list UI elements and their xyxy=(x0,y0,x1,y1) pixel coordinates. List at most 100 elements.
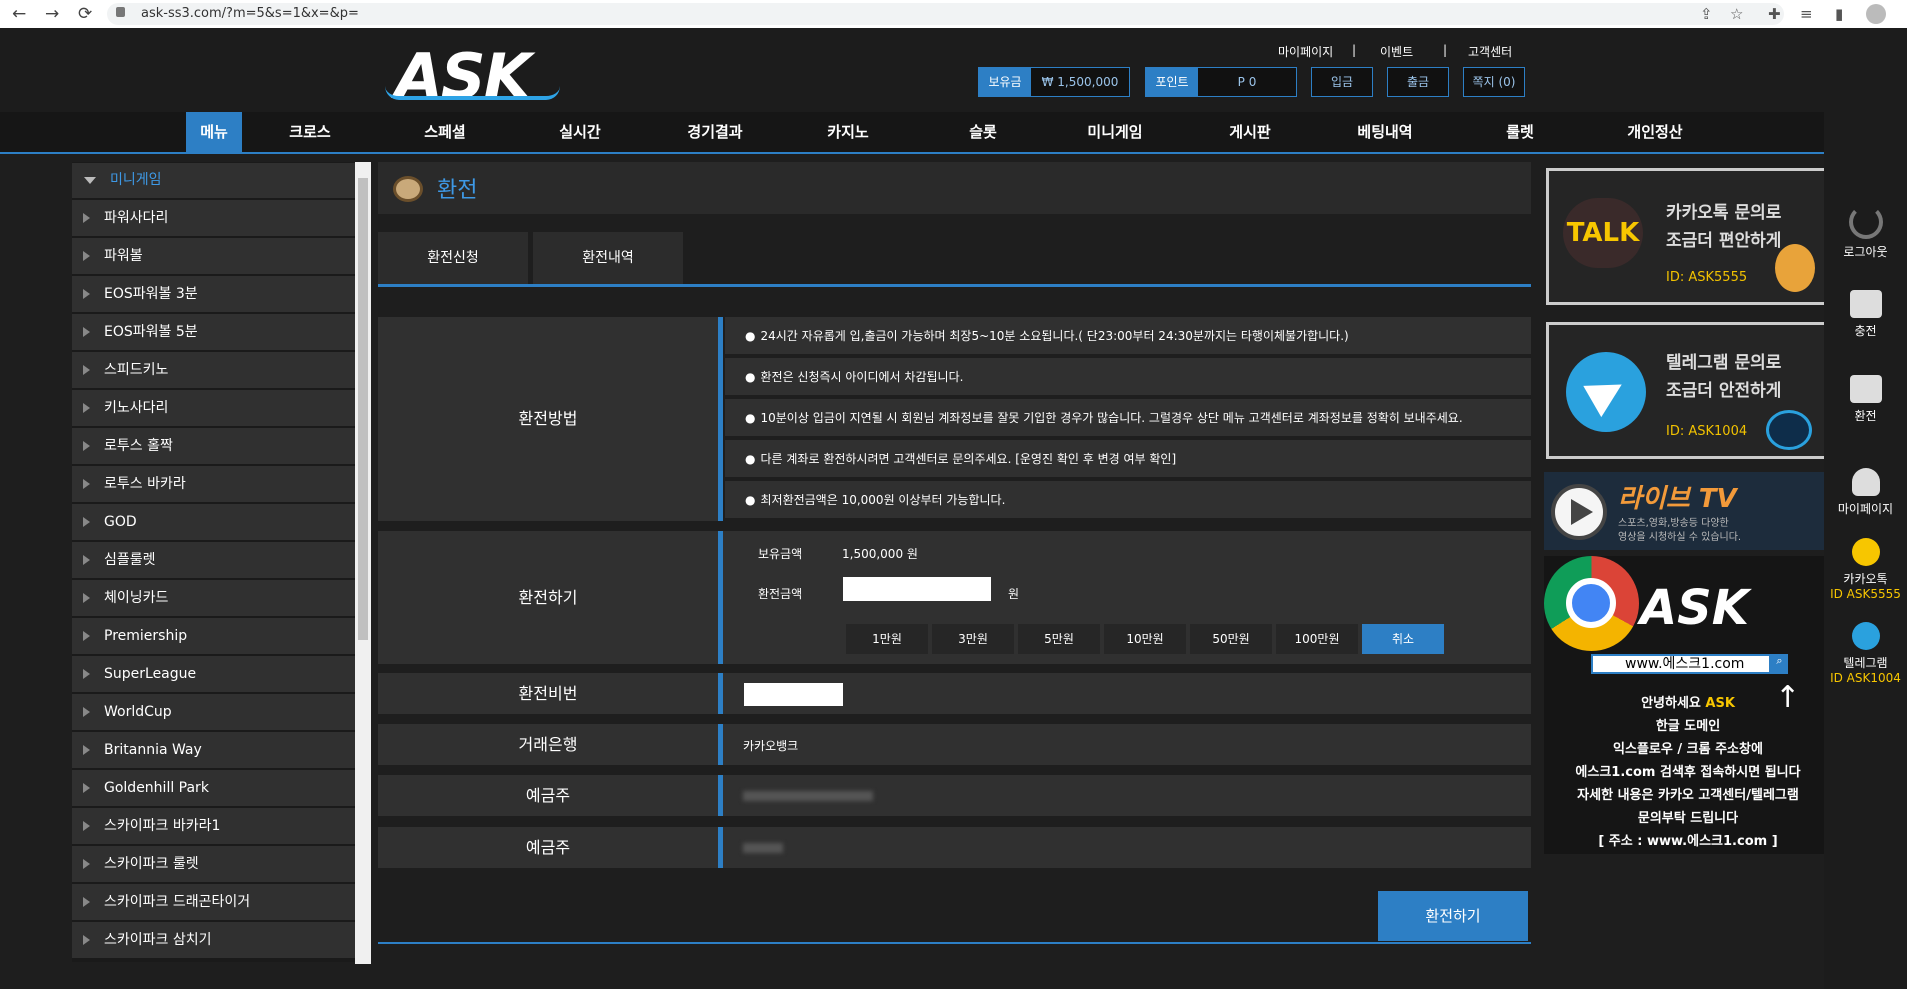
profile-avatar[interactable] xyxy=(1866,4,1886,24)
amount-500k-button[interactable]: 50만원 xyxy=(1190,624,1272,654)
kakao-icon xyxy=(1851,538,1880,566)
exchange-quick-label: 환전 xyxy=(1854,409,1877,423)
amount-input[interactable] xyxy=(843,577,991,601)
greeting-line: 안녕하세요 ASK xyxy=(1544,692,1832,711)
telegram-banner-id: ID: ASK1004 xyxy=(1666,424,1748,439)
avatar-icon xyxy=(1766,410,1812,450)
amount-1m-button[interactable]: 100만원 xyxy=(1276,624,1358,654)
sidebar-item[interactable]: 스카이파크 바카라1 xyxy=(72,808,355,844)
sidebar-item[interactable]: SuperLeague xyxy=(72,656,355,692)
tab-exchange-request[interactable]: 환전신청 xyxy=(378,232,528,284)
browser-toolbar: ← → ⟳ ask-ss3.com/?m=5&s=1&x=&p= ⇪ ☆ ✚ ≡… xyxy=(0,0,1907,28)
page-title-bar xyxy=(378,162,1531,214)
search-icon: ⌕ xyxy=(1771,654,1788,674)
page-title: 환전 xyxy=(437,178,478,203)
kakao-banner-line1: 카카오톡 문의로 xyxy=(1666,203,1782,223)
sidebar-item[interactable]: 체이닝카드 xyxy=(72,580,355,616)
content-bottom-line xyxy=(378,942,1531,944)
mypage-link[interactable]: 마이페이지 xyxy=(1278,43,1333,60)
address-bar[interactable]: ask-ss3.com/?m=5&s=1&x=&p= xyxy=(107,3,1784,25)
event-link[interactable]: 이벤트 xyxy=(1380,43,1413,60)
amount-label: 환전금액 xyxy=(758,587,803,601)
sidebar-item[interactable]: 스카이파크 삼치기 xyxy=(72,922,355,958)
nav-live[interactable]: 실시간 xyxy=(540,112,620,152)
charge-button[interactable]: 충전 xyxy=(1824,290,1907,339)
sidebar-item[interactable]: 스카이파크 룰렛 xyxy=(72,846,355,882)
sidebar-item[interactable]: EOS파워볼 5분 xyxy=(72,314,355,350)
balance-label: 보유금 xyxy=(979,68,1031,96)
sidebar-item[interactable]: WorldCup xyxy=(72,694,355,730)
greeting-text: 안녕하세요 xyxy=(1641,696,1706,711)
nav-casino[interactable]: 카지노 xyxy=(808,112,888,152)
telegram-quick-button[interactable]: 텔레그램 ID ASK1004 xyxy=(1824,622,1907,685)
nav-bet-history[interactable]: 베팅내역 xyxy=(1340,112,1430,152)
sidebar-item[interactable]: 로투스 홀짝 xyxy=(72,428,355,464)
amount-30k-button[interactable]: 3만원 xyxy=(932,624,1014,654)
notice-item: 24시간 자유롭게 입,출금이 가능하며 최장5~10분 소요됩니다.( 단23… xyxy=(725,317,1531,355)
star-icon[interactable]: ☆ xyxy=(1730,5,1743,23)
logout-button[interactable]: 로그아웃 xyxy=(1824,205,1907,260)
tab-underline xyxy=(378,284,1531,287)
telegram-quick-id: ID ASK1004 xyxy=(1830,671,1901,685)
guide-line: 문의부탁 드립니다 xyxy=(1637,811,1739,826)
nav-menu[interactable]: 메뉴 xyxy=(186,112,242,152)
nav-minigame[interactable]: 미니게임 xyxy=(1070,112,1160,152)
amount-100k-button[interactable]: 10만원 xyxy=(1104,624,1186,654)
deposit-button[interactable]: 입금 xyxy=(1311,67,1373,97)
live-tv-sub1: 스포츠,영화,방송등 다양한 xyxy=(1618,518,1729,529)
logo-swoosh xyxy=(385,86,560,100)
guide-line: 한글 도메인 xyxy=(1655,719,1721,734)
kakao-quick-button[interactable]: 카카오톡 ID ASK5555 xyxy=(1824,538,1907,601)
nav-results[interactable]: 경기결과 xyxy=(670,112,760,152)
extensions-icon[interactable]: ✚ xyxy=(1768,5,1781,23)
sidebar-item[interactable]: 스피드키노 xyxy=(72,352,355,388)
balance-box: 보유금 ₩ 1,500,000 xyxy=(978,67,1130,97)
amount-50k-button[interactable]: 5만원 xyxy=(1018,624,1100,654)
blurred-account-holder xyxy=(743,843,783,853)
sidebar-item[interactable]: 로투스 바카라 xyxy=(72,466,355,502)
back-button[interactable]: ← xyxy=(12,4,26,24)
notice-item: 환전은 신청즉시 아이디에서 차감됩니다. xyxy=(725,358,1531,396)
sidebar-scroll-thumb[interactable] xyxy=(358,178,368,640)
sidebar-item[interactable]: 심플룰렛 xyxy=(72,542,355,578)
sidebar-item[interactable]: EOS파워볼 3분 xyxy=(72,276,355,312)
nav-board[interactable]: 게시판 xyxy=(1210,112,1290,152)
amount-10k-button[interactable]: 1만원 xyxy=(846,624,928,654)
nav-slot[interactable]: 슬롯 xyxy=(943,112,1023,152)
share-icon[interactable]: ⇪ xyxy=(1700,5,1713,23)
sidebar-item[interactable]: GOD xyxy=(72,504,355,540)
mypage-quick-button[interactable]: 마이페이지 xyxy=(1824,468,1907,517)
sidebar-item[interactable]: 파워볼 xyxy=(72,238,355,274)
sidebar-header-minigame[interactable]: 미니게임 xyxy=(72,163,355,198)
nav-roulette[interactable]: 룰렛 xyxy=(1480,112,1560,152)
nav-settlement[interactable]: 개인정산 xyxy=(1605,112,1705,152)
mypage-quick-label: 마이페이지 xyxy=(1837,502,1894,516)
tab-exchange-history[interactable]: 환전내역 xyxy=(533,232,683,284)
guide-line: [ 주소 : www.에스크1.com ] xyxy=(1598,834,1778,849)
site-logo[interactable]: ASK xyxy=(395,40,532,113)
nav-special[interactable]: 스페셜 xyxy=(405,112,485,152)
nav-cross[interactable]: 크로스 xyxy=(270,112,350,152)
menu-dots-icon[interactable]: ≡ xyxy=(1800,5,1813,23)
kakao-quick-label: 카카오톡 xyxy=(1843,572,1888,586)
sidebar-item[interactable]: Premiership xyxy=(72,618,355,654)
customer-center-link[interactable]: 고객센터 xyxy=(1468,43,1512,60)
withdraw-button[interactable]: 출금 xyxy=(1387,67,1449,97)
sidebar-item[interactable]: Britannia Way xyxy=(72,732,355,768)
sidebar-item[interactable]: 키노사다리 xyxy=(72,390,355,426)
sidepanel-icon[interactable]: ▮ xyxy=(1835,5,1843,23)
message-button[interactable]: 쪽지 (0) xyxy=(1463,67,1525,97)
forward-button[interactable]: → xyxy=(45,4,59,24)
cancel-button[interactable]: 취소 xyxy=(1362,624,1444,654)
reload-button[interactable]: ⟳ xyxy=(78,4,92,24)
sidebar-item[interactable]: 스카이파크 드래곤타이거 xyxy=(72,884,355,920)
method-label: 환전방법 xyxy=(378,317,718,521)
sidebar-item[interactable]: Goldenhill Park xyxy=(72,770,355,806)
guide-line: 자세한 내용은 카카오 고객센터/텔레그램 xyxy=(1577,788,1799,803)
play-icon xyxy=(1551,484,1607,540)
exchange-quick-button[interactable]: 환전 xyxy=(1824,375,1907,424)
link-divider: | xyxy=(1352,43,1357,57)
sidebar-item[interactable]: 파워사다리 xyxy=(72,200,355,236)
pin-input[interactable] xyxy=(744,683,843,706)
submit-exchange-button[interactable]: 환전하기 xyxy=(1378,891,1528,941)
